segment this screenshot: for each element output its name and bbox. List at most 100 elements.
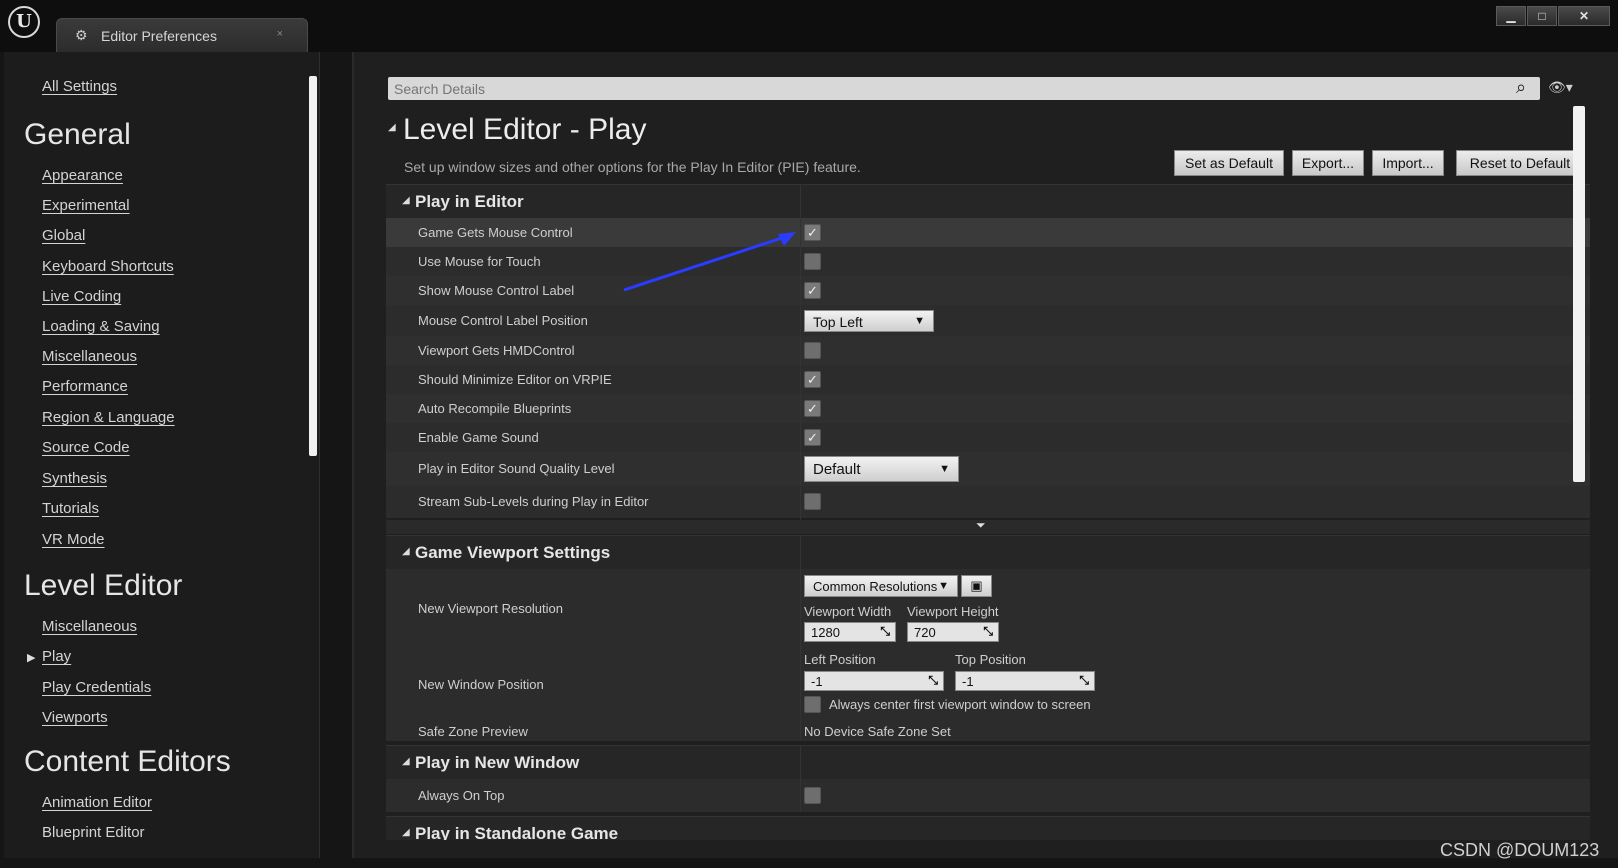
watermark: CSDN @DOUM123 [1440, 840, 1600, 860]
view-options-eye-icon[interactable]: 👁▾ [1548, 79, 1573, 96]
prop-label: Auto Recompile Blueprints [418, 401, 572, 416]
expand-advanced-icon[interactable]: ⏷ [976, 518, 986, 533]
spin-arrows-icon[interactable]: ⤡ [928, 673, 938, 688]
column-divider[interactable] [800, 535, 801, 741]
collapse-caret-icon[interactable]: ◢ [402, 546, 410, 557]
reset-to-default-button[interactable]: Reset to Default [1456, 150, 1584, 176]
label-position-dropdown[interactable]: Top Left ▼ [804, 310, 934, 332]
prop-label: Viewport Gets HMDControl [418, 343, 575, 358]
prop-label: Use Mouse for Touch [418, 254, 541, 269]
nav-item-le-miscellaneous[interactable]: Miscellaneous [42, 618, 137, 635]
nav-item-source-code[interactable]: Source Code [42, 439, 130, 456]
nav-item-tutorials[interactable]: Tutorials [42, 500, 99, 517]
category-play-in-editor[interactable]: ◢ Play in Editor [386, 184, 1590, 218]
safe-zone-value: No Device Safe Zone Set [804, 724, 951, 739]
viewport-height-label: Viewport Height [907, 604, 999, 619]
nav-item-live-coding[interactable]: Live Coding [42, 288, 121, 305]
checkbox-unchecked[interactable] [804, 253, 821, 270]
nav-item-experimental[interactable]: Experimental [42, 197, 130, 214]
editor-preferences-tab[interactable]: ⚙ Editor Preferences × [56, 18, 308, 52]
nav-item-blueprint-editor[interactable]: Blueprint Editor [42, 824, 145, 840]
new-window-position-label: New Window Position [418, 677, 544, 692]
category-play-in-standalone-game[interactable]: ◢ Play in Standalone Game [386, 816, 1590, 840]
category-play-in-new-window[interactable]: ◢ Play in New Window [386, 745, 1590, 779]
checkbox-checked[interactable]: ✓ [804, 282, 821, 299]
close-button[interactable]: ✕ [1558, 6, 1610, 26]
prop-label: Stream Sub-Levels during Play in Editor [418, 494, 649, 509]
nav-item-loading-saving[interactable]: Loading & Saving [42, 318, 160, 335]
import-button[interactable]: Import... [1372, 150, 1444, 176]
maximize-button[interactable]: □ [1527, 6, 1557, 26]
details-scrollbar[interactable] [1573, 106, 1585, 482]
prop-row-auto-recompile-blueprints: Auto Recompile Blueprints ✓ [386, 394, 1590, 423]
nav-scrollbar[interactable] [309, 76, 317, 456]
checkbox-checked[interactable]: ✓ [804, 224, 821, 241]
settings-icon: ⚙ [75, 27, 88, 43]
center-window-checkbox[interactable] [804, 696, 821, 713]
checkbox-unchecked[interactable] [804, 342, 821, 359]
nav-item-synthesis[interactable]: Synthesis [42, 470, 107, 487]
safe-zone-preview-label: Safe Zone Preview [418, 724, 528, 739]
prop-row-game-gets-mouse-control: Game Gets Mouse Control ✓ [386, 218, 1590, 247]
chevron-down-icon: ▼ [938, 580, 949, 592]
export-button[interactable]: Export... [1292, 150, 1364, 176]
tab-label: Editor Preferences [101, 28, 217, 44]
nav-item-animation-editor[interactable]: Animation Editor [42, 794, 152, 811]
prop-row-minimize-editor-vrpie: Should Minimize Editor on VRPIE ✓ [386, 365, 1590, 394]
search-details-box[interactable] [388, 77, 1540, 100]
image-icon[interactable]: ▣ [961, 575, 992, 597]
top-position-input[interactable]: -1 ⤡ [955, 671, 1095, 691]
nav-item-play-credentials[interactable]: Play Credentials [42, 679, 151, 696]
nav-item-appearance[interactable]: Appearance [42, 167, 123, 184]
category-game-viewport-settings[interactable]: ◢ Game Viewport Settings [386, 535, 1590, 569]
nav-item-miscellaneous[interactable]: Miscellaneous [42, 348, 137, 365]
checkbox-checked[interactable]: ✓ [804, 429, 821, 446]
nav-item-viewports[interactable]: Viewports [42, 709, 108, 726]
collapse-caret-icon[interactable]: ◢ [388, 122, 396, 133]
new-viewport-resolution-label: New Viewport Resolution [418, 601, 563, 616]
prop-row-viewport-gets-hmdcontrol: Viewport Gets HMDControl [386, 336, 1590, 365]
show-advanced-bar[interactable]: ⏷ [386, 518, 1590, 534]
collapse-caret-icon[interactable]: ◢ [402, 756, 410, 767]
checkbox-unchecked[interactable] [804, 493, 821, 510]
tab-close-icon[interactable]: × [277, 28, 283, 40]
nav-item-region-language[interactable]: Region & Language [42, 409, 175, 426]
left-position-input[interactable]: -1 ⤡ [804, 671, 944, 691]
prop-label: Should Minimize Editor on VRPIE [418, 372, 612, 387]
left-position-label: Left Position [804, 652, 876, 667]
nav-heading-content-editors: Content Editors [24, 745, 231, 778]
expand-caret-icon[interactable]: ▶ [27, 651, 35, 664]
prop-label: Always On Top [418, 788, 505, 803]
sound-quality-dropdown[interactable]: Default ▼ [804, 456, 959, 482]
chevron-down-icon: ▼ [939, 463, 950, 475]
column-divider[interactable] [800, 745, 801, 812]
column-divider[interactable] [800, 184, 801, 520]
nav-item-vr-mode[interactable]: VR Mode [42, 531, 105, 548]
checkbox-unchecked[interactable] [804, 787, 821, 804]
nav-all-settings[interactable]: All Settings [42, 78, 117, 95]
collapse-caret-icon[interactable]: ◢ [402, 195, 410, 206]
nav-item-performance[interactable]: Performance [42, 378, 128, 395]
spin-arrows-icon[interactable]: ⤡ [983, 624, 993, 639]
search-icon[interactable]: ⌕ [1516, 77, 1526, 98]
prop-row-sound-quality-level: Play in Editor Sound Quality Level Defau… [386, 452, 1590, 486]
prop-label: Mouse Control Label Position [418, 313, 588, 328]
spin-arrows-icon[interactable]: ⤡ [880, 624, 890, 639]
viewport-height-input[interactable]: 720 ⤡ [907, 622, 999, 642]
category-title: Play in Editor [415, 192, 524, 211]
viewport-width-input[interactable]: 1280 ⤡ [804, 622, 896, 642]
common-resolutions-dropdown[interactable]: Common Resolutions ▼ [804, 575, 958, 597]
minimize-button[interactable]: ▁ [1496, 6, 1526, 26]
prop-row-enable-game-sound: Enable Game Sound ✓ [386, 423, 1590, 452]
collapse-caret-icon[interactable]: ◢ [402, 827, 410, 838]
page-title: Level Editor - Play [403, 113, 647, 146]
set-as-default-button[interactable]: Set as Default [1174, 150, 1284, 176]
prop-row-mouse-control-label-position: Mouse Control Label Position Top Left ▼ [386, 305, 1590, 336]
nav-item-global[interactable]: Global [42, 227, 85, 244]
nav-item-play[interactable]: Play [42, 648, 71, 665]
checkbox-checked[interactable]: ✓ [804, 371, 821, 388]
checkbox-checked[interactable]: ✓ [804, 400, 821, 417]
nav-item-keyboard-shortcuts[interactable]: Keyboard Shortcuts [42, 258, 174, 275]
spin-arrows-icon[interactable]: ⤡ [1079, 673, 1089, 688]
search-input[interactable] [388, 77, 1540, 100]
